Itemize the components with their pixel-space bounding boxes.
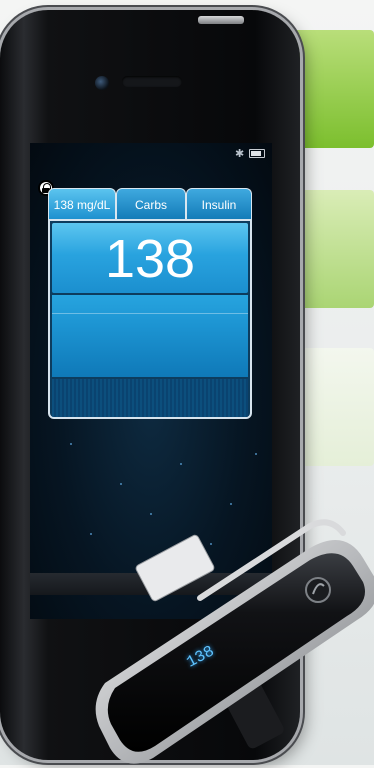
bluetooth-icon: ✱: [235, 148, 245, 160]
reading-panel: 138: [48, 219, 252, 419]
earpiece-speaker: [122, 76, 182, 87]
tab-insulin[interactable]: Insulin: [186, 188, 252, 220]
glucose-meter-adapter: [95, 478, 374, 764]
power-button: [198, 16, 244, 24]
tab-carbs[interactable]: Carbs: [116, 188, 186, 220]
glucose-reading-value: 138: [104, 229, 196, 289]
reading-box: 138: [52, 223, 248, 293]
battery-icon: [249, 149, 265, 158]
green-background-tile: [290, 30, 374, 148]
meter-logo-icon: [305, 577, 331, 603]
tab-glucose[interactable]: 138 mg/dL: [48, 188, 116, 220]
pale-background-tile: [290, 348, 374, 466]
light-green-background-tile: [290, 190, 374, 308]
striped-footer: [52, 379, 248, 417]
status-bar: ✱: [30, 143, 272, 163]
divider: [52, 313, 248, 314]
front-camera: [95, 76, 109, 90]
reading-band: [52, 295, 248, 377]
